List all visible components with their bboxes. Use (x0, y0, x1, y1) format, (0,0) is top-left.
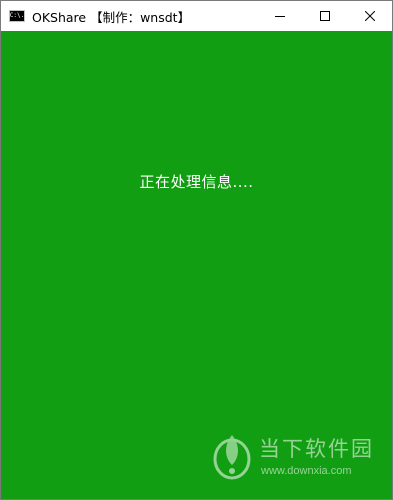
console-icon: C:\. (9, 10, 25, 22)
downxia-logo-icon (213, 435, 251, 480)
app-window: C:\. OKShare 【制作：wnsdt】 正在处理信息.... 当下软件园… (0, 0, 393, 500)
window-controls (257, 1, 392, 31)
title-bar[interactable]: C:\. OKShare 【制作：wnsdt】 (1, 1, 392, 31)
watermark: 当下软件园 www.downxia.com (211, 429, 381, 485)
maximize-icon (319, 11, 330, 21)
close-icon (364, 11, 375, 21)
close-button[interactable] (347, 1, 392, 31)
maximize-button[interactable] (302, 1, 347, 31)
minimize-button[interactable] (257, 1, 302, 31)
watermark-url: www.downxia.com (261, 465, 352, 477)
content-area: 正在处理信息.... 当下软件园 www.downxia.com (1, 31, 392, 499)
watermark-site-name: 当下软件园 (259, 437, 374, 461)
status-message: 正在处理信息.... (139, 173, 254, 191)
minimize-icon (274, 16, 285, 17)
window-title: OKShare 【制作：wnsdt】 (32, 9, 191, 25)
